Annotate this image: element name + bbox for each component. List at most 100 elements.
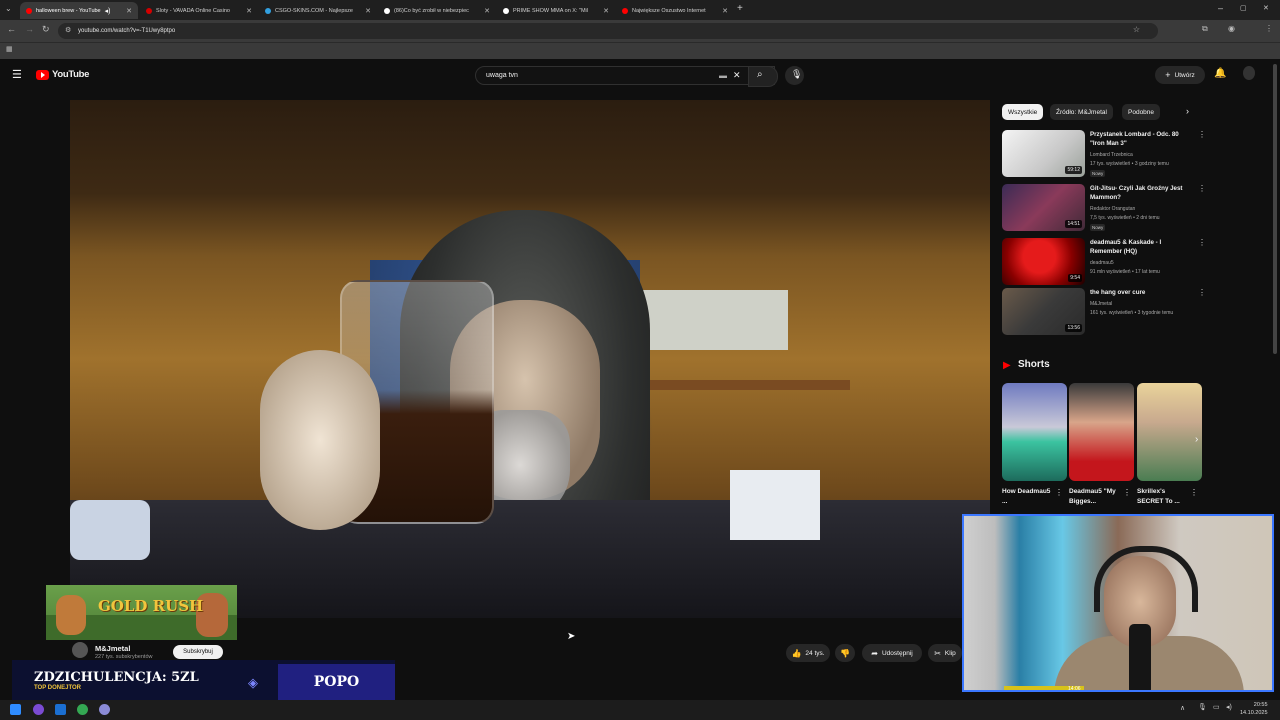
channel-name[interactable]: M&Jmetal [95,644,130,653]
recommendation-item[interactable]: 9:54 deadmau5 & Kaskade - I Remember (HQ… [1002,238,1206,286]
windows-start-icon[interactable] [10,704,21,715]
short-title[interactable]: How Deadmau5 ... [1002,487,1052,507]
more-options-icon[interactable]: ⋮ [1055,488,1063,497]
recommendation-item[interactable]: 59:12 Przystanek Lombard - Odc. 80 "Iron… [1002,130,1206,178]
chip-all[interactable]: Wszystkie [1002,104,1044,120]
more-options-icon[interactable]: ⋮ [1198,130,1206,139]
more-options-icon[interactable]: ⋮ [1198,288,1206,297]
system-clock[interactable]: 20:55 14.10.2025 [1240,701,1268,717]
tab-label: PRIME SHOW MMA on X: "Mil [513,7,588,14]
discord-icon[interactable] [99,704,110,715]
short-thumbnail[interactable] [1002,383,1067,481]
tab-close-icon[interactable]: ✕ [365,7,371,15]
vavada-favicon-icon [146,7,152,14]
chevron-right-icon[interactable]: › [1186,106,1189,116]
clear-search-icon[interactable]: ✕ [733,70,741,81]
app-icon[interactable] [33,704,44,715]
tab-close-icon[interactable]: ✕ [246,7,252,15]
system-tray-chevron-icon[interactable]: ∧ [1180,704,1185,712]
tab-halloween-brew[interactable]: halloween brew - YouTube ◂) ✕ [20,2,138,19]
video-frame-pillow [70,500,150,560]
more-options-icon[interactable]: ⋮ [1190,488,1198,497]
tab-label: CSGO-SKINS.COM - Najlepsze [275,7,353,14]
reload-icon[interactable]: ↻ [42,24,50,35]
tab-close-icon[interactable]: ✕ [126,7,132,15]
chrome-icon[interactable] [77,704,88,715]
new-tab-plus-icon[interactable]: + [737,3,743,14]
recommendation-item[interactable]: 13:56 the hang over cure M&Jmetal 161 ty… [1002,288,1206,336]
share-button[interactable]: ➦ Udostępnij [862,644,922,662]
tab-label: (86)Co być zrobił w niebezpiec [394,7,469,14]
tab-vavada[interactable]: Sloty - VAVADA Online Casino ✕ [140,2,258,19]
volume-icon[interactable]: ◂) [1226,703,1232,711]
scissors-icon: ✂ [934,648,941,658]
tab-close-icon[interactable]: ✕ [603,7,609,15]
create-button[interactable]: + Utwórz [1155,66,1205,84]
page-scrollbar[interactable] [1273,64,1277,354]
like-count: 24 tys. [805,649,825,657]
mic-tray-icon[interactable]: 🎙 [1198,703,1207,711]
recommendation-title: the hang over cure [1090,289,1146,296]
like-button[interactable]: 👍 24 tys. [786,644,830,662]
x-favicon-icon [503,7,509,14]
tab-tiktok[interactable]: (86)Co być zrobił w niebezpiec ✕ [378,2,496,19]
site-info-icon[interactable]: ⚙ [65,26,71,34]
voice-search-button[interactable]: 🎙 [785,66,804,85]
monitor-icon[interactable]: ▭ [1213,703,1220,711]
keyboard-icon[interactable]: ▬ [719,71,727,80]
minimize-icon[interactable]: – [1218,3,1223,13]
forward-arrow-icon[interactable]: → [25,24,34,34]
speaker-icon: ◂) [104,7,111,15]
short-thumbnail[interactable] [1137,383,1202,481]
csgo-favicon-icon [265,7,271,14]
browser-menu-icon[interactable]: ⋮ [1265,24,1273,33]
short-thumbnail[interactable] [1069,383,1134,481]
window-close-icon[interactable]: ✕ [1263,4,1269,12]
new-badge: Nowy [1090,224,1106,231]
recommendation-channel: Redaktor Orangutan [1090,206,1136,212]
recommendation-thumbnail: 9:54 [1002,238,1085,285]
more-options-icon[interactable]: ⋮ [1123,488,1131,497]
diamond-icon: ◈ [248,675,258,690]
more-options-icon[interactable]: ⋮ [1198,238,1206,247]
tab-csgo-skins[interactable]: CSGO-SKINS.COM - Najlepsze ✕ [259,2,377,19]
clip-button[interactable]: ✂ Klip [928,644,962,662]
search-button[interactable]: ⌕ [748,66,778,87]
more-options-icon[interactable]: ⋮ [1198,184,1206,193]
short-title[interactable]: Deadmau5 "My Bigges... [1069,487,1124,507]
profile-icon[interactable]: ◉ [1228,24,1235,33]
donor-name: POPO [313,674,360,690]
notifications-bell-icon[interactable]: 🔔 [1214,68,1226,79]
video-duration: 59:12 [1065,166,1082,174]
hamburger-menu-icon[interactable]: ☰ [12,68,22,81]
thumbs-down-icon: 👎 [840,648,850,658]
maximize-icon[interactable]: ▢ [1240,4,1247,12]
tab-close-icon[interactable]: ✕ [722,7,728,15]
clip-label: Klip [944,649,956,657]
subscribe-button[interactable]: Subskrybuj [173,645,223,659]
search-input[interactable]: uwaga tvn ▬ ✕ [475,66,775,85]
bookmark-star-icon[interactable]: ☆ [1133,25,1140,34]
back-arrow-icon[interactable]: ← [7,24,16,34]
extensions-icon[interactable]: ⧉ [1202,24,1208,34]
video-frame-picture [638,290,788,350]
dislike-button[interactable]: 👎 [835,644,855,662]
youtube-logo[interactable]: YouTube [36,69,89,80]
chip-similar[interactable]: Podobne [1122,104,1161,120]
recommendation-meta: 161 tys. wyświetleń • 3 tygodnie temu [1090,310,1174,316]
shorts-next-chevron-icon[interactable]: › [1195,434,1198,445]
steam-icon[interactable] [55,704,66,715]
tab-list-icon[interactable]: ⌄ [5,4,12,13]
recommendation-item[interactable]: 14:51 Git-Jitsu- Czyli Jak Groźny Jest M… [1002,184,1206,232]
address-bar[interactable]: ⚙ youtube.com/watch?v=-T1Uwy8ptpo ☆ [58,23,1158,39]
tab-najwieksze-oszustwo[interactable]: Największe Oszustwo Internet ✕ [616,2,734,19]
account-avatar[interactable] [1243,66,1255,80]
short-title[interactable]: Skrillex's SECRET To ... [1137,487,1192,507]
tab-x-prime-show[interactable]: PRIME SHOW MMA on X: "Mil ✕ [497,2,615,19]
tab-close-icon[interactable]: ✕ [484,7,490,15]
chip-source-channel[interactable]: Źródło: M&Jmetal [1050,104,1113,120]
channel-avatar[interactable] [72,642,88,658]
video-player[interactable] [70,100,990,618]
create-label: Utwórz [1174,71,1195,79]
apps-grid-icon[interactable]: ▦ [6,45,13,53]
